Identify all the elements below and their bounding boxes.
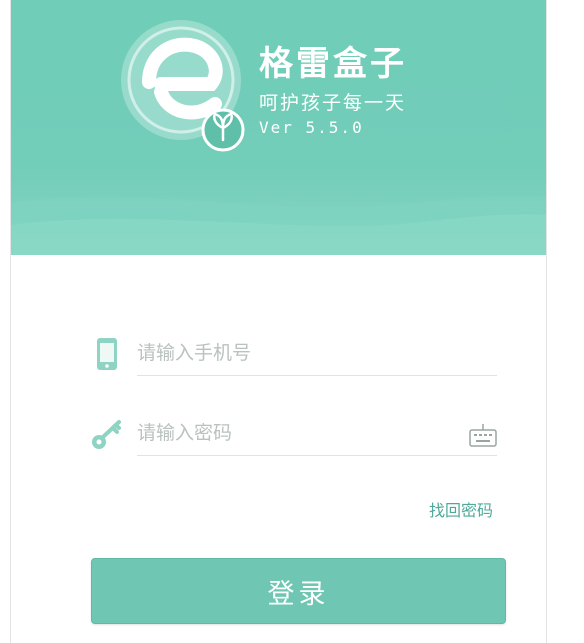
e-leaf-logo-icon [121,20,245,152]
header-banner: 格雷盒子 呵护孩子每一天 Ver 5.5.0 [11,0,546,255]
password-input[interactable] [137,410,497,456]
login-window: 格雷盒子 呵护孩子每一天 Ver 5.5.0 找回密码 登录 [10,0,547,643]
phone-input[interactable] [137,330,497,376]
version-label: Ver 5.5.0 [259,118,364,137]
brand-title: 格雷盒子 [259,44,407,84]
login-button[interactable]: 登录 [91,558,506,624]
keyboard-icon[interactable] [469,422,497,448]
brand-slogan: 呵护孩子每一天 [259,92,407,114]
phone-field-row [89,330,509,380]
mobile-phone-icon [97,338,117,370]
password-field-row [89,410,509,460]
key-icon [92,420,121,449]
forgot-password-link[interactable]: 找回密码 [429,497,493,521]
header-wave-decoration [11,195,546,255]
